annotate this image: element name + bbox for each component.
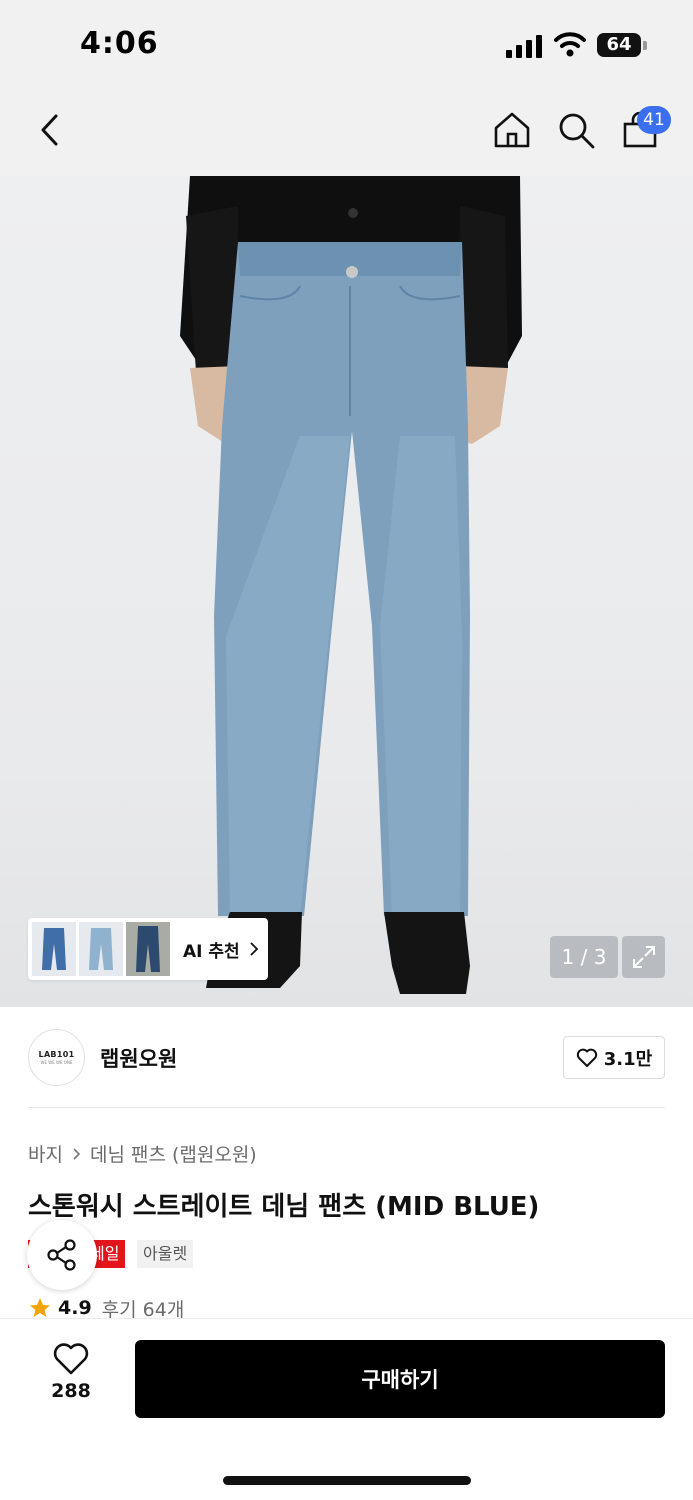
- battery-cap: [643, 41, 647, 50]
- heart-icon: [576, 1048, 597, 1067]
- home-indicator: [223, 1476, 471, 1485]
- breadcrumb-category[interactable]: 바지: [28, 1140, 63, 1167]
- brand-logo-text: LAB101: [38, 1050, 75, 1059]
- image-counter: 1 / 3: [550, 936, 618, 978]
- home-button[interactable]: [490, 108, 534, 152]
- buy-button[interactable]: 구매하기: [135, 1340, 665, 1418]
- heart-icon: [53, 1343, 89, 1375]
- status-bar: 4:06 64: [0, 0, 693, 90]
- wishlist-button[interactable]: 288: [30, 1342, 112, 1412]
- rating-score: 4.9: [58, 1297, 92, 1319]
- rating-row[interactable]: 4.9 후기 64개: [28, 1296, 184, 1320]
- wifi-icon: [554, 30, 586, 58]
- product-photo: [180, 176, 522, 994]
- battery-icon: 64: [597, 33, 641, 57]
- brand-logo[interactable]: LAB101 WE WE WE ONE: [28, 1029, 85, 1086]
- brand-like-button[interactable]: 3.1만: [563, 1036, 665, 1079]
- brand-name[interactable]: 랩원오원: [100, 1043, 177, 1073]
- ai-recommend-label: AI 추천: [183, 941, 240, 962]
- ai-thumb-1[interactable]: [32, 922, 76, 976]
- brand-like-count: 3.1만: [603, 1048, 653, 1070]
- brand-logo-subtext: WE WE WE ONE: [40, 1060, 73, 1065]
- divider: [28, 1107, 665, 1108]
- wishlist-count: 288: [51, 1380, 91, 1402]
- product-image[interactable]: [0, 176, 693, 1007]
- chevron-left-icon: [41, 114, 58, 146]
- cart-count-badge: 41: [637, 106, 671, 134]
- search-button[interactable]: [554, 108, 598, 152]
- status-time: 4:06: [80, 26, 159, 61]
- share-icon: [47, 1239, 76, 1271]
- star-icon: [30, 1298, 50, 1317]
- breadcrumb: 바지 데님 팬츠 (랩원오원): [28, 1140, 257, 1167]
- chevron-right-icon: [73, 1147, 81, 1160]
- chevron-right-icon: [250, 942, 258, 956]
- expand-button[interactable]: [622, 936, 665, 978]
- search-icon: [559, 113, 595, 149]
- ai-recommend-button[interactable]: AI 추천: [28, 918, 268, 980]
- expand-icon: [632, 946, 655, 968]
- home-icon: [494, 112, 530, 148]
- review-count[interactable]: 후기 64개: [102, 1296, 185, 1321]
- tag-outlet: 아울렛: [137, 1240, 194, 1268]
- share-button[interactable]: [27, 1220, 97, 1290]
- back-button[interactable]: [28, 108, 72, 152]
- top-nav: [0, 90, 693, 176]
- product-title: 스톤워시 스트레이트 데님 팬츠 (MID BLUE): [28, 1192, 540, 1222]
- ai-thumb-3[interactable]: [126, 922, 170, 976]
- signal-icon: [506, 34, 544, 58]
- ai-thumb-2[interactable]: [79, 922, 123, 976]
- breadcrumb-subcategory[interactable]: 데님 팬츠 (랩원오원): [90, 1140, 257, 1167]
